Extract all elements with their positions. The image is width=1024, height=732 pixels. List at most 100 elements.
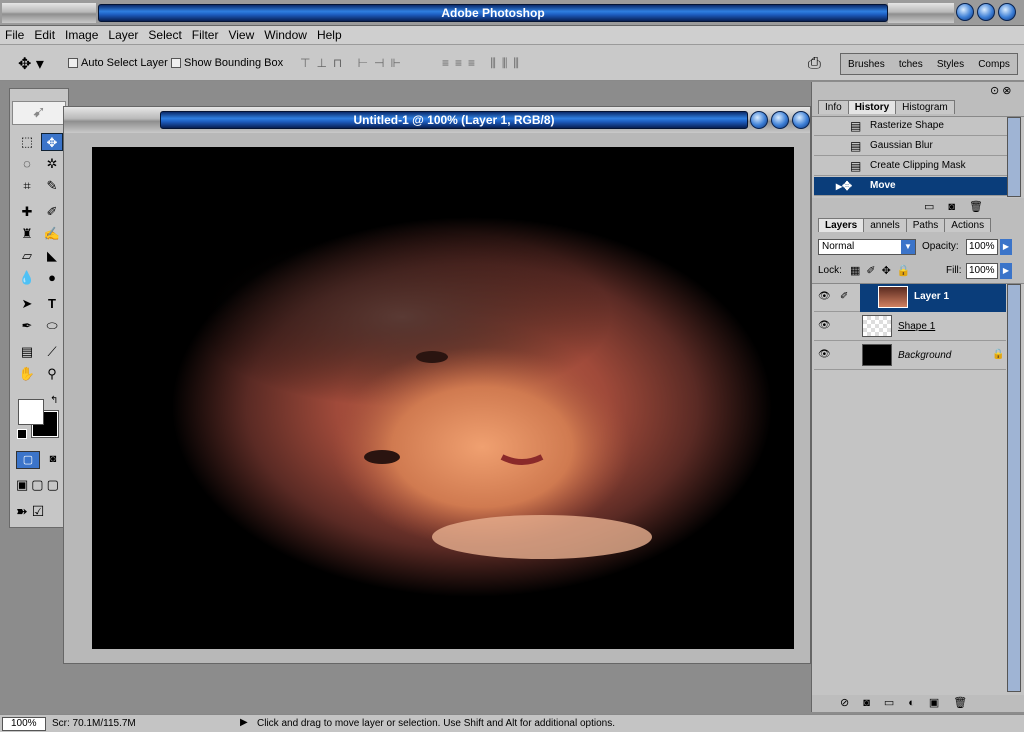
- toolbox: ➹ ⬚ ✥ ◌ ✲ ⌗ ✎ ✚ ✐ ♜ ✍ ▱ ◣ 💧 ● ➤ T ✒ ⬭ ▤ …: [9, 88, 69, 528]
- right-panel-dock: ⊙ ⊗ Info History Histogram ▤ Rasterize Shap…: [811, 82, 1024, 712]
- palette-tab-brushes[interactable]: Brushes: [848, 59, 885, 70]
- eye-icon[interactable]: 👁: [818, 349, 831, 360]
- eye-icon[interactable]: 👁: [818, 291, 831, 302]
- lasso-tool-icon[interactable]: ◌: [16, 155, 38, 173]
- brush-tool-icon[interactable]: ✐: [41, 203, 63, 221]
- portrait-vignette-image: [172, 217, 772, 597]
- doc-minimize-button[interactable]: [750, 111, 768, 129]
- panel-dock-controls[interactable]: ⊙ ⊗: [990, 84, 1012, 97]
- move-tool-icon[interactable]: ✥: [41, 133, 63, 151]
- tab-histogram[interactable]: Histogram: [895, 100, 955, 114]
- menu-window[interactable]: Window: [259, 26, 312, 42]
- menu-help[interactable]: Help: [312, 26, 347, 42]
- blend-mode-select[interactable]: Normal ▼: [818, 239, 916, 255]
- eyedropper-tool-icon[interactable]: ⟋: [41, 343, 63, 361]
- tab-paths[interactable]: Paths: [905, 218, 946, 232]
- menu-layer[interactable]: Layer: [103, 26, 143, 42]
- history-item[interactable]: ▤ Gaussian Blur: [814, 137, 1007, 156]
- menu-file[interactable]: File: [0, 26, 29, 42]
- brush-link-icon: ✐: [840, 291, 849, 302]
- healing-brush-tool-icon[interactable]: ✚: [16, 203, 38, 221]
- notes-tool-icon[interactable]: ▤: [16, 343, 38, 361]
- crop-tool-icon[interactable]: ⌗: [16, 177, 38, 195]
- magic-wand-tool-icon[interactable]: ✲: [41, 155, 63, 173]
- dodge-tool-icon[interactable]: ●: [41, 269, 63, 287]
- palette-tab-comps[interactable]: Comps: [978, 59, 1010, 70]
- tab-layers[interactable]: Layers: [818, 218, 865, 232]
- standard-mode-button[interactable]: ▢: [16, 451, 40, 469]
- eye-icon[interactable]: 👁: [818, 320, 831, 331]
- show-bounding-checkbox[interactable]: [171, 58, 181, 68]
- history-scrollbar[interactable]: [1007, 117, 1021, 197]
- quick-mask-button[interactable]: ◙: [42, 451, 64, 469]
- type-tool-icon[interactable]: T: [41, 295, 63, 313]
- menu-image[interactable]: Image: [60, 26, 103, 42]
- history-footer-icons[interactable]: ▭◙🗑: [924, 200, 997, 213]
- tab-info[interactable]: Info: [818, 100, 849, 114]
- menu-view[interactable]: View: [223, 26, 259, 42]
- zoom-tool-icon[interactable]: ⚲: [41, 365, 63, 383]
- app-titlebar: Adobe Photoshop: [0, 0, 1024, 26]
- tab-channels[interactable]: annels: [863, 218, 907, 232]
- titlebar-grip-right: [888, 3, 954, 23]
- ellipse-tool-icon[interactable]: ⬭: [41, 317, 63, 335]
- layer-row-shape-1[interactable]: 👁 Shape 1: [814, 313, 1006, 341]
- swap-colors-icon[interactable]: ↰: [50, 395, 58, 406]
- opacity-field[interactable]: 100%: [966, 239, 998, 255]
- foreground-color-swatch[interactable]: [18, 399, 44, 425]
- jump-to-imageready-button[interactable]: ➽☑: [16, 503, 48, 520]
- layer-row-background[interactable]: 👁 Background 🔒: [814, 342, 1006, 370]
- screen-mode-buttons[interactable]: ▣▢▢: [16, 477, 62, 493]
- pen-tool-icon[interactable]: ✒: [16, 317, 38, 335]
- zoom-field[interactable]: 100%: [2, 717, 46, 731]
- default-colors-icon[interactable]: [17, 429, 27, 439]
- menu-filter[interactable]: Filter: [187, 26, 224, 42]
- document-title: Untitled-1 @ 100% (Layer 1, RGB/8): [160, 111, 748, 129]
- tab-actions[interactable]: Actions: [944, 218, 992, 232]
- fill-slider-arrow-icon[interactable]: ▶: [1000, 263, 1012, 279]
- layers-tab-row: Layers annels Paths Actions: [818, 218, 992, 232]
- history-item[interactable]: ▤ Create Clipping Mask: [814, 157, 1007, 176]
- palette-tab-swatches[interactable]: tches: [899, 59, 923, 70]
- history-brush-tool-icon[interactable]: ✍: [41, 225, 63, 243]
- hand-tool-icon[interactable]: ✋: [16, 365, 38, 383]
- paint-bucket-tool-icon[interactable]: ◣: [41, 247, 63, 265]
- show-bounding-option[interactable]: Show Bounding Box: [171, 57, 283, 69]
- distribute-buttons[interactable]: ≡≡≡ ⫼⫼⫼: [442, 56, 525, 71]
- opacity-slider-arrow-icon[interactable]: ▶: [1000, 239, 1012, 255]
- chevron-down-icon: ▼: [901, 240, 915, 254]
- tab-history[interactable]: History: [847, 100, 897, 114]
- layer-thumbnail: [862, 315, 892, 337]
- doc-close-button[interactable]: [792, 111, 810, 129]
- status-menu-arrow-icon[interactable]: ▶: [240, 717, 248, 728]
- minimize-button[interactable]: [956, 3, 974, 21]
- doc-maximize-button[interactable]: [771, 111, 789, 129]
- clone-stamp-tool-icon[interactable]: ♜: [16, 225, 38, 243]
- palette-tab-styles[interactable]: Styles: [937, 59, 964, 70]
- image-canvas[interactable]: [92, 147, 794, 649]
- menu-select[interactable]: Select: [143, 26, 186, 42]
- lock-icons[interactable]: ▦✐✥🔒: [850, 264, 917, 277]
- palette-well-icon[interactable]: ⎙: [808, 55, 821, 73]
- menu-edit[interactable]: Edit: [29, 26, 60, 42]
- blur-tool-icon[interactable]: 💧: [16, 269, 38, 287]
- eraser-tool-icon[interactable]: ▱: [16, 247, 38, 265]
- fill-field[interactable]: 100%: [966, 263, 998, 279]
- layer-row-layer-1[interactable]: 👁 ✐ Layer 1: [814, 284, 1006, 312]
- status-hint: Click and drag to move layer or selectio…: [257, 718, 615, 729]
- maximize-button[interactable]: [977, 3, 995, 21]
- align-buttons[interactable]: ⊤⊥⊓ ⊢⊣⊩: [300, 56, 407, 70]
- layers-footer-icons[interactable]: ⊘◙▭◐▣🗑: [840, 696, 981, 709]
- close-button[interactable]: [998, 3, 1016, 21]
- auto-select-checkbox[interactable]: [68, 58, 78, 68]
- history-item-active[interactable]: ▸✥ Move: [814, 177, 1007, 196]
- history-item[interactable]: ▤ Rasterize Shape: [814, 117, 1007, 136]
- auto-select-option[interactable]: Auto Select Layer: [68, 57, 168, 69]
- marquee-tool-icon[interactable]: ⬚: [16, 133, 38, 151]
- app-title: Adobe Photoshop: [98, 4, 888, 22]
- history-step-icon: ▤: [850, 119, 862, 133]
- slice-tool-icon[interactable]: ✎: [41, 177, 63, 195]
- layers-scrollbar[interactable]: [1007, 284, 1021, 692]
- path-selection-tool-icon[interactable]: ➤: [16, 295, 38, 313]
- move-tool-preset-icon[interactable]: ✥ ▾: [18, 54, 44, 74]
